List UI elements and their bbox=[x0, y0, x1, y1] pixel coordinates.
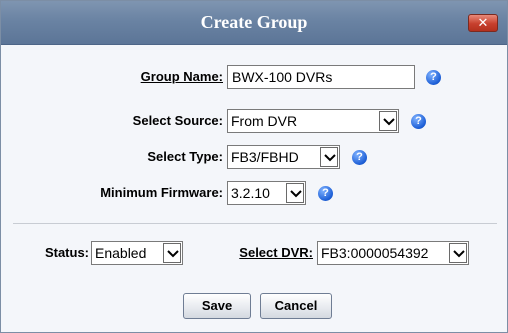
save-button[interactable]: Save bbox=[183, 293, 251, 319]
divider bbox=[13, 223, 497, 224]
chevron-down-icon[interactable] bbox=[320, 147, 338, 167]
dialog-titlebar[interactable]: Create Group ✕ bbox=[1, 1, 507, 45]
close-button[interactable]: ✕ bbox=[468, 14, 498, 32]
minimum-firmware-dropdown[interactable]: 3.2.10 bbox=[227, 181, 306, 205]
chevron-down-icon[interactable] bbox=[449, 243, 467, 263]
chevron-down-icon[interactable] bbox=[163, 243, 181, 263]
select-source-value: From DVR bbox=[231, 113, 298, 129]
select-source-help-icon[interactable]: ? bbox=[411, 114, 426, 129]
status-dropdown[interactable]: Enabled bbox=[91, 241, 183, 265]
group-name-input[interactable]: BWX-100 DVRs bbox=[227, 65, 415, 89]
select-dvr-value: FB3:0000054392 bbox=[321, 245, 429, 261]
group-name-label: Group Name: bbox=[140, 69, 223, 84]
dialog-title: Create Group bbox=[200, 12, 308, 32]
create-group-dialog: Create Group ✕ Group Name: BWX-100 DVRs … bbox=[0, 0, 508, 333]
minimum-firmware-value: 3.2.10 bbox=[231, 185, 270, 201]
select-type-label: Select Type: bbox=[147, 149, 223, 164]
cancel-button[interactable]: Cancel bbox=[260, 293, 332, 319]
select-type-help-icon[interactable]: ? bbox=[352, 150, 367, 165]
chevron-down-icon[interactable] bbox=[286, 183, 304, 203]
select-type-value: FB3/FBHD bbox=[231, 149, 299, 165]
select-type-dropdown[interactable]: FB3/FBHD bbox=[227, 145, 340, 169]
select-source-dropdown[interactable]: From DVR bbox=[227, 109, 399, 133]
minimum-firmware-help-icon[interactable]: ? bbox=[318, 186, 333, 201]
chevron-down-icon[interactable] bbox=[379, 111, 397, 131]
minimum-firmware-label: Minimum Firmware: bbox=[100, 185, 223, 200]
close-icon: ✕ bbox=[477, 15, 489, 30]
group-name-help-icon[interactable]: ? bbox=[426, 70, 441, 85]
select-dvr-dropdown[interactable]: FB3:0000054392 bbox=[317, 241, 469, 265]
select-dvr-label: Select DVR: bbox=[239, 245, 313, 260]
select-source-label: Select Source: bbox=[132, 113, 223, 128]
status-value: Enabled bbox=[95, 245, 147, 261]
status-label: Status: bbox=[44, 245, 89, 260]
